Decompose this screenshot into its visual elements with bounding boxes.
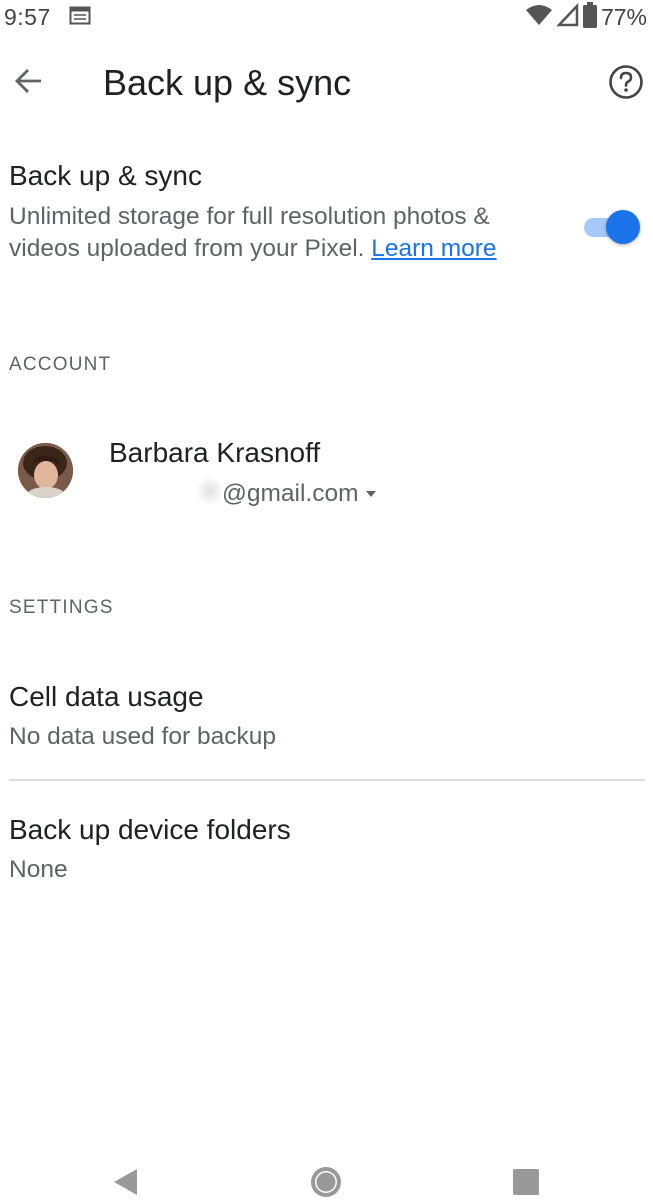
cell-data-usage-subtitle: No data used for backup <box>9 723 276 750</box>
backup-device-folders-setting[interactable]: Back up device folders None <box>9 814 645 894</box>
arrow-left-icon <box>14 66 44 101</box>
account-switcher[interactable]: Barbara Krasnoff @gmail.com <box>0 425 653 520</box>
backup-device-folders-subtitle: None <box>9 856 68 883</box>
app-bar: Back up & sync <box>0 48 653 120</box>
backup-sync-setting[interactable]: Back up & sync Unlimited storage for ful… <box>9 158 645 303</box>
cell-data-usage-setting[interactable]: Cell data usage No data used for backup <box>9 681 645 761</box>
email-redaction-mark <box>196 476 224 506</box>
calendar-notification-icon <box>69 5 91 30</box>
account-email: @gmail.com <box>222 480 359 507</box>
status-bar: 9:57 77% <box>0 0 653 34</box>
backup-sync-title: Back up & sync <box>9 160 202 191</box>
nav-back-icon <box>108 1169 148 1200</box>
system-nav-bar <box>0 1150 653 1200</box>
backup-sync-toggle[interactable] <box>582 210 640 244</box>
backup-sync-description: Unlimited storage for full resolution ph… <box>9 201 524 265</box>
account-section-header: ACCOUNT <box>9 354 112 375</box>
toggle-thumb <box>606 210 640 244</box>
status-time: 9:57 <box>4 3 51 30</box>
back-button[interactable] <box>6 60 52 106</box>
cell-data-usage-title: Cell data usage <box>9 681 204 712</box>
backup-device-folders-title: Back up device folders <box>9 814 291 845</box>
nav-back-button[interactable] <box>108 1162 148 1200</box>
learn-more-link[interactable]: Learn more <box>371 235 496 262</box>
help-circle-icon <box>608 64 644 105</box>
nav-home-icon <box>306 1167 346 1200</box>
nav-home-button[interactable] <box>306 1162 346 1200</box>
nav-recents-icon <box>506 1169 546 1200</box>
dropdown-arrow-icon <box>365 485 377 503</box>
settings-section-header: SETTINGS <box>9 597 114 618</box>
page-title: Back up & sync <box>103 62 352 103</box>
wifi-icon <box>525 3 553 32</box>
avatar <box>18 443 73 498</box>
screen: 9:57 77% Back up & sync Back up & sync U… <box>0 0 653 1200</box>
battery-percent: 77% <box>600 3 647 30</box>
battery-icon <box>582 1 597 33</box>
help-button[interactable] <box>603 61 649 107</box>
divider <box>9 779 645 781</box>
account-name: Barbara Krasnoff <box>109 437 321 468</box>
cell-signal-icon <box>556 2 579 32</box>
account-email-row: @gmail.com <box>222 480 377 508</box>
nav-recents-button[interactable] <box>506 1162 546 1200</box>
